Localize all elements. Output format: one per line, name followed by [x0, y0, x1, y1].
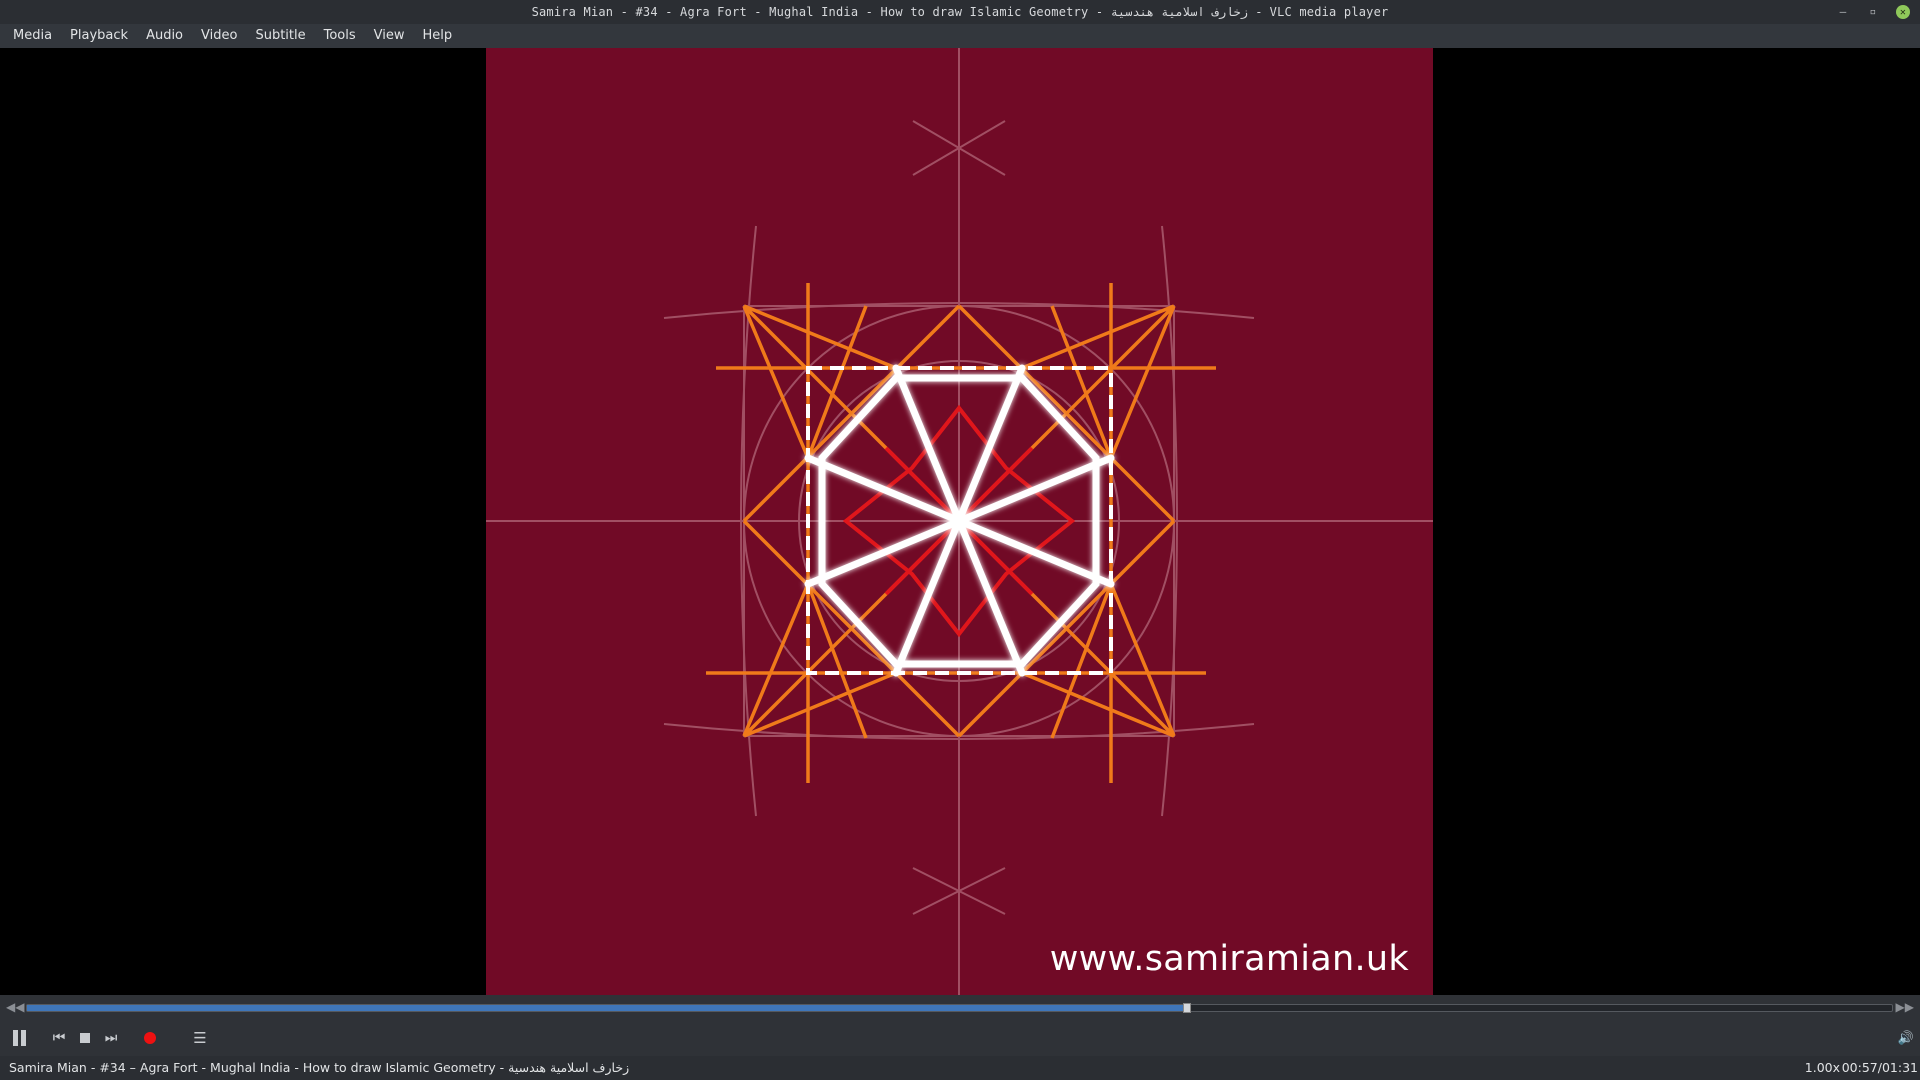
volume-button[interactable]: 🔊 [1898, 1020, 1914, 1056]
status-bar: Samira Mian - #34 – Agra Fort - Mughal I… [0, 1056, 1920, 1080]
previous-icon: ⏮ [52, 1030, 66, 1046]
menu-help[interactable]: Help [414, 24, 462, 48]
pause-button[interactable] [6, 1020, 32, 1056]
seek-handle[interactable] [1183, 1003, 1192, 1013]
window-controls: – ▫ ✕ [1836, 0, 1910, 24]
menu-audio[interactable]: Audio [137, 24, 192, 48]
watermark-text: www.samiramian.uk [1049, 939, 1409, 979]
close-icon[interactable]: ✕ [1896, 5, 1910, 19]
previous-button[interactable]: ⏮ [48, 1020, 70, 1056]
video-area[interactable]: www.samiramian.uk [0, 48, 1920, 995]
controls-bar: ⏮ ⏭ ☰ 🔊 [0, 1020, 1920, 1056]
seek-progress-fill [27, 1005, 1188, 1011]
window-title: Samira Mian - #34 - Agra Fort - Mughal I… [531, 5, 1389, 19]
next-button[interactable]: ⏭ [100, 1020, 122, 1056]
playback-time[interactable]: 00:57/01:31 [1842, 1056, 1918, 1080]
menu-view[interactable]: View [365, 24, 414, 48]
stop-icon [80, 1033, 90, 1043]
playlist-button[interactable]: ☰ [190, 1020, 210, 1056]
geometry-pattern-image [486, 48, 1433, 995]
record-button[interactable] [140, 1020, 160, 1056]
menu-bar: Media Playback Audio Video Subtitle Tool… [0, 24, 1920, 48]
pause-icon [12, 1030, 26, 1046]
menu-tools[interactable]: Tools [315, 24, 365, 48]
playback-speed[interactable]: 1.00x [1805, 1056, 1840, 1080]
video-frame[interactable]: www.samiramian.uk [486, 48, 1433, 995]
fast-forward-icon[interactable]: ▶▶ [1896, 1000, 1914, 1014]
next-icon: ⏭ [104, 1030, 118, 1046]
menu-playback[interactable]: Playback [61, 24, 137, 48]
menu-media[interactable]: Media [4, 24, 61, 48]
volume-icon: 🔊 [1897, 1030, 1914, 1046]
playlist-icon: ☰ [193, 1029, 207, 1047]
record-icon [144, 1032, 156, 1044]
menu-subtitle[interactable]: Subtitle [246, 24, 314, 48]
minimize-icon[interactable]: – [1836, 0, 1850, 24]
maximize-icon[interactable]: ▫ [1866, 0, 1880, 24]
menu-video[interactable]: Video [192, 24, 246, 48]
window-title-bar: Samira Mian - #34 - Agra Fort - Mughal I… [0, 0, 1920, 24]
rewind-icon[interactable]: ◀◀ [6, 1000, 24, 1014]
seek-slider[interactable] [26, 1003, 1893, 1013]
status-media-title: Samira Mian - #34 – Agra Fort - Mughal I… [9, 1060, 630, 1075]
stop-button[interactable] [76, 1020, 94, 1056]
